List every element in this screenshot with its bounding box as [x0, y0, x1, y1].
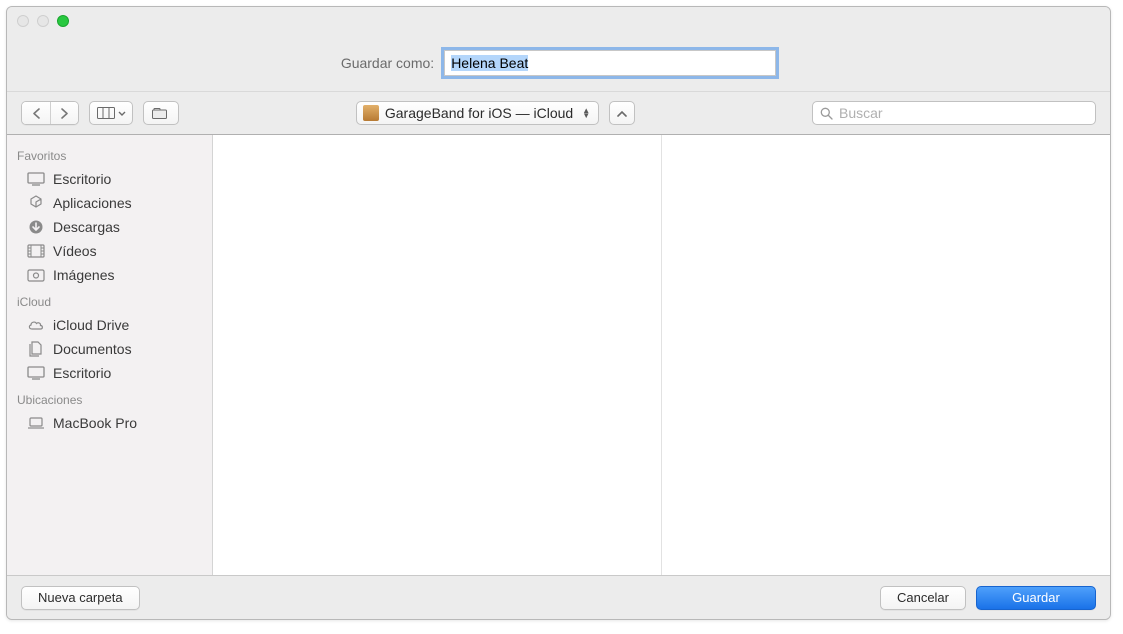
- sidebar-item-label: Vídeos: [53, 243, 97, 259]
- desktop-icon: [27, 365, 45, 381]
- main-area: Favoritos Escritorio Aplicaciones Descar…: [7, 135, 1110, 575]
- file-column-1[interactable]: [213, 135, 662, 575]
- sidebar-item-macbook-pro[interactable]: MacBook Pro: [7, 411, 212, 435]
- file-column-2[interactable]: [662, 135, 1110, 575]
- sidebar-item-escritorio[interactable]: Escritorio: [7, 167, 212, 191]
- videos-icon: [27, 243, 45, 259]
- desktop-icon: [27, 171, 45, 187]
- search-icon: [820, 107, 833, 120]
- cancel-button[interactable]: Cancelar: [880, 586, 966, 610]
- zoom-window-button[interactable]: [57, 15, 69, 27]
- sidebar-item-documentos[interactable]: Documentos: [7, 337, 212, 361]
- columns-view-icon: [97, 107, 115, 119]
- new-folder-button[interactable]: Nueva carpeta: [21, 586, 140, 610]
- save-dialog-window: Guardar como:: [6, 6, 1111, 620]
- group-icon: [152, 107, 170, 119]
- save-as-label: Guardar como:: [341, 55, 434, 71]
- downloads-icon: [27, 219, 45, 235]
- collapse-panel-button[interactable]: [609, 101, 635, 125]
- search-input[interactable]: [839, 105, 1088, 121]
- sidebar-header-favoritos: Favoritos: [7, 141, 212, 167]
- sidebar-item-label: iCloud Drive: [53, 317, 129, 333]
- sidebar-item-label: Escritorio: [53, 365, 111, 381]
- sidebar-item-escritorio-icloud[interactable]: Escritorio: [7, 361, 212, 385]
- nav-back-button[interactable]: [22, 102, 50, 124]
- laptop-icon: [27, 415, 45, 431]
- footer: Nueva carpeta Cancelar Guardar: [7, 575, 1110, 619]
- sidebar-header-ubicaciones: Ubicaciones: [7, 385, 212, 411]
- location-label: GarageBand for iOS — iCloud: [385, 105, 573, 121]
- nav-back-forward: [21, 101, 79, 125]
- sidebar-header-icloud: iCloud: [7, 287, 212, 313]
- chevron-down-icon: [118, 111, 126, 116]
- toolbar: GarageBand for iOS — iCloud ▲▼: [7, 91, 1110, 135]
- images-icon: [27, 267, 45, 283]
- save-button[interactable]: Guardar: [976, 586, 1096, 610]
- save-as-row: Guardar como:: [7, 35, 1110, 91]
- file-browser-columns[interactable]: [213, 135, 1110, 575]
- sidebar-item-label: MacBook Pro: [53, 415, 137, 431]
- save-as-filename-input[interactable]: [444, 50, 776, 76]
- minimize-window-button[interactable]: [37, 15, 49, 27]
- applications-icon: [27, 195, 45, 211]
- sidebar-item-label: Descargas: [53, 219, 120, 235]
- popup-updown-icon: ▲▼: [582, 108, 590, 118]
- location-popup-button[interactable]: GarageBand for iOS — iCloud ▲▼: [356, 101, 599, 125]
- cloud-icon: [27, 317, 45, 333]
- sidebar-item-videos[interactable]: Vídeos: [7, 239, 212, 263]
- chevron-left-icon: [32, 108, 41, 119]
- chevron-right-icon: [60, 108, 69, 119]
- nav-forward-button[interactable]: [50, 102, 78, 124]
- view-mode-button[interactable]: [89, 101, 133, 125]
- sidebar-item-descargas[interactable]: Descargas: [7, 215, 212, 239]
- sidebar-item-label: Escritorio: [53, 171, 111, 187]
- search-field[interactable]: [812, 101, 1096, 125]
- documents-icon: [27, 341, 45, 357]
- sidebar-item-label: Aplicaciones: [53, 195, 132, 211]
- sidebar-item-icloud-drive[interactable]: iCloud Drive: [7, 313, 212, 337]
- close-window-button[interactable]: [17, 15, 29, 27]
- garageband-app-icon: [363, 105, 379, 121]
- traffic-lights: [17, 15, 69, 27]
- group-button[interactable]: [143, 101, 179, 125]
- sidebar-item-imagenes[interactable]: Imágenes: [7, 263, 212, 287]
- sidebar-item-label: Documentos: [53, 341, 132, 357]
- titlebar: [7, 7, 1110, 35]
- sidebar: Favoritos Escritorio Aplicaciones Descar…: [7, 135, 213, 575]
- sidebar-item-label: Imágenes: [53, 267, 114, 283]
- sidebar-item-aplicaciones[interactable]: Aplicaciones: [7, 191, 212, 215]
- chevron-up-icon: [617, 110, 627, 117]
